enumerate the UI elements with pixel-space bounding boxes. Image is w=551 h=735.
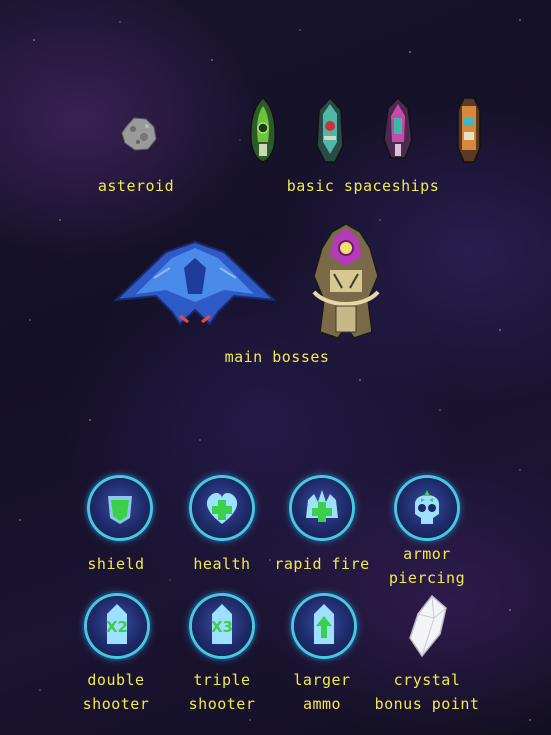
triple-shooter-label-line1: triple: [193, 671, 251, 689]
spaceship-teal-sprite: [316, 96, 344, 163]
triple-shooter-badge: X3: [211, 618, 233, 636]
crystal-bonus-point-label-line2: bonus point: [374, 695, 480, 713]
armor-piercing-label-line2: piercing: [388, 569, 466, 587]
asteroid-label: asteroid: [97, 177, 175, 195]
larger-ammo-label-line1: larger: [293, 671, 351, 689]
shield-label: shield: [87, 555, 145, 573]
crystal-bonus-point-label: crystal bonus point: [368, 668, 486, 716]
shield-powerup-icon: [90, 478, 150, 538]
basic-spaceships-label: basic spaceships: [286, 177, 440, 195]
crystal-bonus-point-label-line1: crystal: [393, 671, 461, 689]
boss-blue-sprite: [114, 240, 276, 326]
double-shooter-label-line2: shooter: [82, 695, 150, 713]
triple-shooter-label-line2: shooter: [188, 695, 256, 713]
spaceship-orange-sprite: [457, 97, 481, 163]
boss-gold-sprite: [312, 223, 380, 339]
main-bosses-label: main bosses: [224, 348, 330, 366]
armor-piercing-label-line1: armor: [403, 545, 451, 563]
triple-shooter-powerup-icon: X3: [192, 596, 252, 656]
asteroid-sprite: [121, 117, 157, 151]
double-shooter-badge: X2: [106, 618, 128, 636]
health-label: health: [193, 555, 251, 573]
armor-piercing-powerup-icon: [397, 478, 457, 538]
spaceship-purple-sprite: [383, 96, 413, 159]
larger-ammo-powerup-icon: [294, 596, 354, 656]
double-shooter-label: double shooter: [66, 668, 166, 716]
spaceship-green-sprite: [250, 96, 276, 163]
triple-shooter-label: triple shooter: [172, 668, 272, 716]
rapid-fire-powerup-icon: [292, 478, 352, 538]
double-shooter-powerup-icon: X2: [87, 596, 147, 656]
rapid-fire-label: rapid fire: [274, 555, 370, 573]
health-powerup-icon: [192, 478, 252, 538]
double-shooter-label-line1: double: [87, 671, 145, 689]
larger-ammo-label-line2: ammo: [302, 695, 342, 713]
armor-piercing-label: armor piercing: [377, 542, 477, 590]
larger-ammo-label: larger ammo: [272, 668, 372, 716]
crystal-icon: [409, 594, 447, 658]
